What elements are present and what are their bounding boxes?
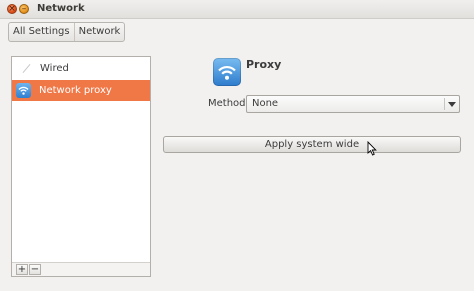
title-bar: × – Network: [0, 0, 474, 19]
network-proxy-icon: [213, 58, 241, 86]
method-label: Method: [208, 98, 246, 109]
apply-system-wide-button[interactable]: Apply system wide: [163, 136, 461, 153]
network-proxy-icon: [16, 83, 31, 98]
breadcrumb-network[interactable]: Network: [75, 23, 125, 41]
wired-icon: [20, 63, 32, 75]
select-divider: [444, 98, 445, 110]
mouse-cursor-icon: [367, 141, 377, 156]
minimize-icon: –: [21, 4, 27, 14]
remove-device-button[interactable]: −: [29, 264, 41, 275]
page-title: Proxy: [246, 58, 282, 71]
minimize-window-button[interactable]: –: [19, 4, 29, 14]
sidebar-toolbar: + −: [12, 262, 150, 276]
device-list: Wired Network proxy + −: [11, 56, 151, 277]
toolbar: All Settings Network: [0, 20, 474, 45]
breadcrumb-all-settings[interactable]: All Settings: [9, 23, 75, 41]
sidebar-item-wired[interactable]: Wired: [12, 58, 150, 79]
sidebar-item-label: Wired: [40, 63, 69, 74]
method-select[interactable]: None: [246, 95, 460, 113]
close-icon: ×: [8, 4, 16, 14]
sidebar-item-label: Network proxy: [39, 85, 112, 96]
chevron-down-icon: [448, 102, 456, 107]
sidebar-item-network-proxy[interactable]: Network proxy: [12, 80, 150, 101]
breadcrumb: All Settings Network: [8, 22, 126, 42]
close-window-button[interactable]: ×: [7, 4, 17, 14]
window-title: Network: [37, 3, 85, 14]
method-selected-value: None: [252, 98, 279, 109]
add-device-button[interactable]: +: [16, 264, 28, 275]
